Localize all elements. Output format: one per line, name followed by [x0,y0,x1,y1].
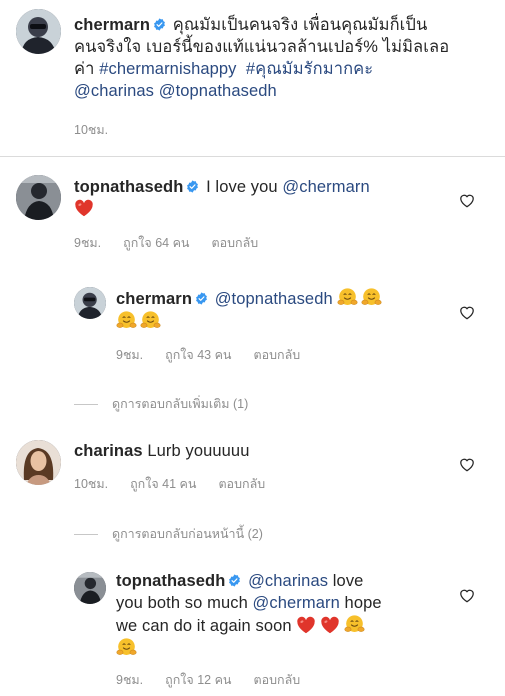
reply-body: hope [339,594,382,612]
reply-text: chermarn @topnathasedh [116,287,446,333]
reply-meta: 9ชม. ถูกใจ 12 คน ตอบกลับ [116,670,300,690]
avatar-charinas[interactable] [16,440,61,485]
comment-meta: 9ชม. ถูกใจ 64 คน ตอบกลับ [74,233,258,253]
avatar-image [74,287,106,319]
reply-button[interactable]: ตอบกลับ [253,345,300,365]
red-heart-emoji [296,616,316,634]
red-heart-emoji [320,616,340,634]
comment-body: Lurb youuuuu [147,442,250,460]
view-previous-replies-label: ดูการตอบกลับก่อนหน้านี้ (2) [112,527,263,541]
hugging-face-emoji [337,287,358,308]
mention-link[interactable]: @topnathasedh [159,82,277,100]
likes-count-link[interactable]: ถูกใจ 64 คน [123,233,189,253]
verified-badge-icon [186,180,199,193]
mention-link[interactable]: @charinas [248,572,328,590]
comment-timestamp: 9ชม. [74,236,102,250]
avatar-image [16,9,61,54]
comment-body: I love you [206,178,278,196]
hashtag-link[interactable]: #chermarnishappy [99,60,236,78]
caption-timestamp: 10ชม. [74,123,109,137]
hugging-face-emoji [116,310,137,331]
divider-line [74,533,98,535]
avatar-chermarn[interactable] [74,287,106,319]
reply-username[interactable]: topnathasedh [116,572,225,590]
avatar-image [16,175,61,220]
caption-line1: คุณมัมเป็นคนจริง เพื่อนคุณมัมก็เป็น [172,16,428,34]
avatar-image [16,440,61,485]
comment-text: topnathasedh I love you @chermarn [74,176,454,220]
verified-badge-icon [153,18,166,31]
avatar-image [74,572,106,604]
mention-link[interactable]: @chermarn [253,594,340,612]
verified-badge-icon [228,574,241,587]
hugging-face-emoji [344,614,365,635]
like-heart-icon[interactable] [459,305,475,320]
likes-count-link[interactable]: ถูกใจ 12 คน [165,670,231,690]
hashtag-link[interactable]: #คุณมัมรักมากคะ [246,60,373,78]
reply-button[interactable]: ตอบกลับ [218,474,265,494]
comment-timestamp: 10ชม. [74,477,109,491]
caption-line3-prefix: ค่า [74,60,100,78]
hugging-face-emoji [116,637,137,658]
reply-button[interactable]: ตอบกลับ [253,670,300,690]
caption-line2: คนจริงใจ เบอร์นี้ของแท้แน่นวลล้านเปอร์% … [74,38,450,56]
likes-count-link[interactable]: ถูกใจ 43 คน [165,345,231,365]
hugging-face-emoji [361,287,382,308]
comment-username[interactable]: charinas [74,442,143,460]
reply-meta: 9ชม. ถูกใจ 43 คน ตอบกลับ [116,345,300,365]
like-heart-icon[interactable] [459,457,475,472]
avatar-topnathasedh[interactable] [74,572,106,604]
comment-username[interactable]: topnathasedh [74,178,183,196]
divider [0,156,505,157]
hugging-face-emoji [140,310,161,331]
reply-body: we can do it again soon [116,617,297,635]
avatar-chermarn[interactable] [16,9,61,54]
view-previous-replies-button[interactable]: ดูการตอบกลับก่อนหน้านี้ (2) [74,524,263,544]
reply-body: you both so much [116,594,253,612]
mention-link[interactable]: @topnathasedh [215,290,333,308]
caption-text: chermarn คุณมัมเป็นคนจริง เพื่อนคุณมัมก็… [74,14,494,102]
view-more-replies-label: ดูการตอบกลับเพิ่มเติม (1) [112,397,249,411]
divider-line [74,403,98,405]
mention-link[interactable]: @chermarn [282,178,369,196]
comment-text: charinas Lurb youuuuu [74,440,454,462]
like-heart-icon[interactable] [459,588,475,603]
reply-timestamp: 9ชม. [116,673,144,687]
reply-username[interactable]: chermarn [116,290,192,308]
view-more-replies-button[interactable]: ดูการตอบกลับเพิ่มเติม (1) [74,394,248,414]
verified-badge-icon [195,292,208,305]
reply-body: love [328,572,364,590]
avatar-topnathasedh[interactable] [16,175,61,220]
caption-username[interactable]: chermarn [74,16,150,34]
reply-button[interactable]: ตอบกลับ [211,233,258,253]
mention-link[interactable]: @charinas [74,82,154,100]
reply-timestamp: 9ชม. [116,348,144,362]
comment-meta: 10ชม. ถูกใจ 41 คน ตอบกลับ [74,474,265,494]
likes-count-link[interactable]: ถูกใจ 41 คน [130,474,196,494]
red-heart-emoji [74,199,94,217]
like-heart-icon[interactable] [459,193,475,208]
caption-meta: 10ชม. [74,120,108,140]
reply-text: topnathasedh @charinas love you both so … [116,570,446,660]
